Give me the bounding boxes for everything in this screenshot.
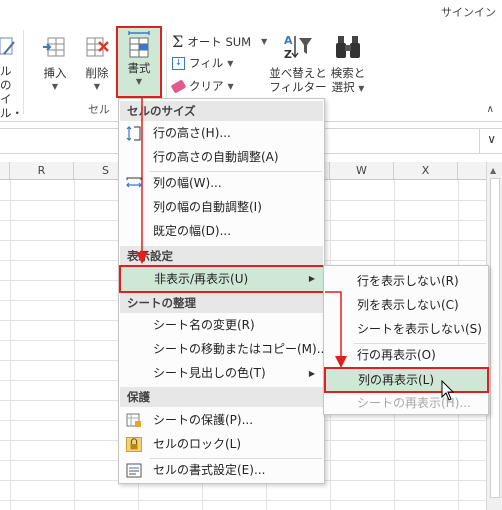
lock-icon	[126, 437, 142, 452]
sigma-icon: Σ	[172, 32, 184, 51]
insert-dropdown-icon: ▼	[51, 82, 59, 91]
signin-link[interactable]: サインイン	[441, 4, 496, 20]
menu-item-lock-cell[interactable]: セルのロック(L)	[120, 433, 323, 456]
find-select-label-2: 選択 ▼	[331, 80, 365, 94]
partial-icon	[0, 37, 15, 55]
delete-label: 削除	[85, 66, 109, 80]
fill-button[interactable]: ↓ フィル ▼	[172, 55, 233, 71]
scroll-thumb[interactable]	[490, 178, 500, 498]
clear-button[interactable]: クリア ▼	[170, 78, 234, 94]
gridline	[0, 500, 486, 501]
partial-ribbon-button[interactable]: ルの イル・	[0, 34, 23, 120]
partial-label-1: ルの	[0, 64, 12, 92]
svg-text:A: A	[284, 34, 293, 47]
column-width-icon	[126, 177, 142, 188]
menu-item-autofit-row-height[interactable]: 行の高さの自動調整(A)	[120, 146, 323, 169]
find-select-label-1: 検索と	[330, 66, 366, 80]
sort-filter-icon: A Z	[284, 34, 312, 61]
delete-dropdown-icon: ▼	[93, 82, 101, 91]
mouse-cursor-icon	[441, 380, 455, 401]
collapse-ribbon-icon[interactable]: ∧	[487, 104, 494, 115]
section-organize-sheets: シートの整理	[120, 293, 323, 313]
menu-item-hide-unhide[interactable]: 非表示/再表示(U) ▶	[119, 265, 325, 293]
clear-dropdown-icon: ▼	[227, 81, 234, 91]
cells-group-label: セル	[88, 103, 110, 116]
autosum-label: オート SUM	[187, 34, 252, 49]
sort-filter-label-1: 並べ替えと	[269, 66, 327, 80]
section-cell-size: セルのサイズ	[120, 101, 323, 121]
submenu-item-hide-columns[interactable]: 列を表示しない(C)	[325, 294, 487, 317]
submenu-item-hide-rows[interactable]: 行を表示しない(R)	[325, 270, 487, 293]
delete-cells-icon	[86, 37, 109, 57]
menu-item-autofit-column-width[interactable]: 列の幅の自動調整(I)	[120, 196, 323, 219]
insert-cells-icon	[43, 37, 65, 57]
format-cells-dialog-icon	[126, 463, 142, 478]
menu-item-move-copy-sheet[interactable]: シートの移動またはコピー(M)...	[120, 338, 328, 361]
submenu-item-unhide-sheet: シートの再表示(H)...	[357, 396, 471, 410]
menu-item-rename-sheet[interactable]: シート名の変更(R)	[120, 314, 323, 337]
hide-unhide-submenu: 行を表示しない(R) 列を表示しない(C) シートを表示しない(S) 行の再表示…	[323, 265, 489, 415]
delete-button[interactable]: 削除 ▼	[78, 34, 116, 94]
column-header-partial[interactable]	[0, 162, 10, 180]
row-height-icon	[126, 126, 141, 141]
submenu-arrow-icon: ▶	[308, 274, 315, 283]
format-dropdown-menu: セルのサイズ 行の高さ(H)... 行の高さの自動調整(A) 列の幅(W)...…	[118, 98, 328, 484]
group-separator	[23, 30, 24, 114]
expand-formula-bar-icon[interactable]: ∨	[487, 132, 496, 146]
column-header[interactable]: X	[394, 162, 458, 180]
format-label: 書式	[127, 61, 151, 75]
menu-item-row-height[interactable]: 行の高さ(H)...	[120, 122, 323, 145]
insert-label: 挿入	[43, 66, 67, 80]
column-header[interactable]: W	[330, 162, 394, 180]
fill-label: フィル	[189, 56, 224, 70]
menu-item-format-cells[interactable]: セルの書式設定(E)...	[120, 459, 323, 482]
submenu-arrow-icon: ▶	[308, 369, 315, 378]
column-header[interactable]: R	[10, 162, 74, 180]
submenu-item-unhide-rows[interactable]: 行の再表示(O)	[325, 344, 487, 367]
menu-item-protect-sheet[interactable]: シートの保護(P)...	[120, 409, 323, 432]
submenu-item-hide-sheet[interactable]: シートを表示しない(S)	[325, 318, 487, 341]
clear-label: クリア	[189, 79, 224, 93]
menu-item-column-width[interactable]: 列の幅(W)...	[120, 172, 323, 195]
menu-item-tab-color[interactable]: シート見出しの色(T) ▶	[120, 362, 323, 385]
submenu-item-unhide-columns[interactable]: 列の再表示(L)	[324, 367, 489, 393]
scroll-up-icon[interactable]: ▲	[490, 166, 496, 175]
find-select-button[interactable]: 検索と 選択 ▼	[328, 32, 368, 96]
autosum-button[interactable]: Σ オート SUM ▼	[172, 32, 267, 51]
format-cells-icon	[128, 31, 150, 58]
partial-label-2: イル・	[0, 92, 23, 120]
menu-item-default-width[interactable]: 既定の幅(D)...	[120, 220, 323, 243]
eraser-icon	[170, 78, 187, 94]
insert-button[interactable]: 挿入 ▼	[36, 34, 74, 94]
autosum-dropdown-icon: ▼	[261, 37, 268, 46]
section-protection: 保護	[120, 387, 323, 407]
svg-text:Z: Z	[284, 48, 292, 61]
fill-dropdown-icon: ▼	[227, 58, 234, 68]
format-button[interactable]: 書式 ▼	[116, 26, 162, 98]
format-dropdown-icon: ▼	[135, 77, 143, 86]
protect-sheet-icon	[126, 413, 141, 427]
binoculars-icon	[336, 36, 360, 58]
fill-down-icon: ↓	[172, 56, 185, 70]
section-visibility: 表示設定	[120, 246, 323, 266]
